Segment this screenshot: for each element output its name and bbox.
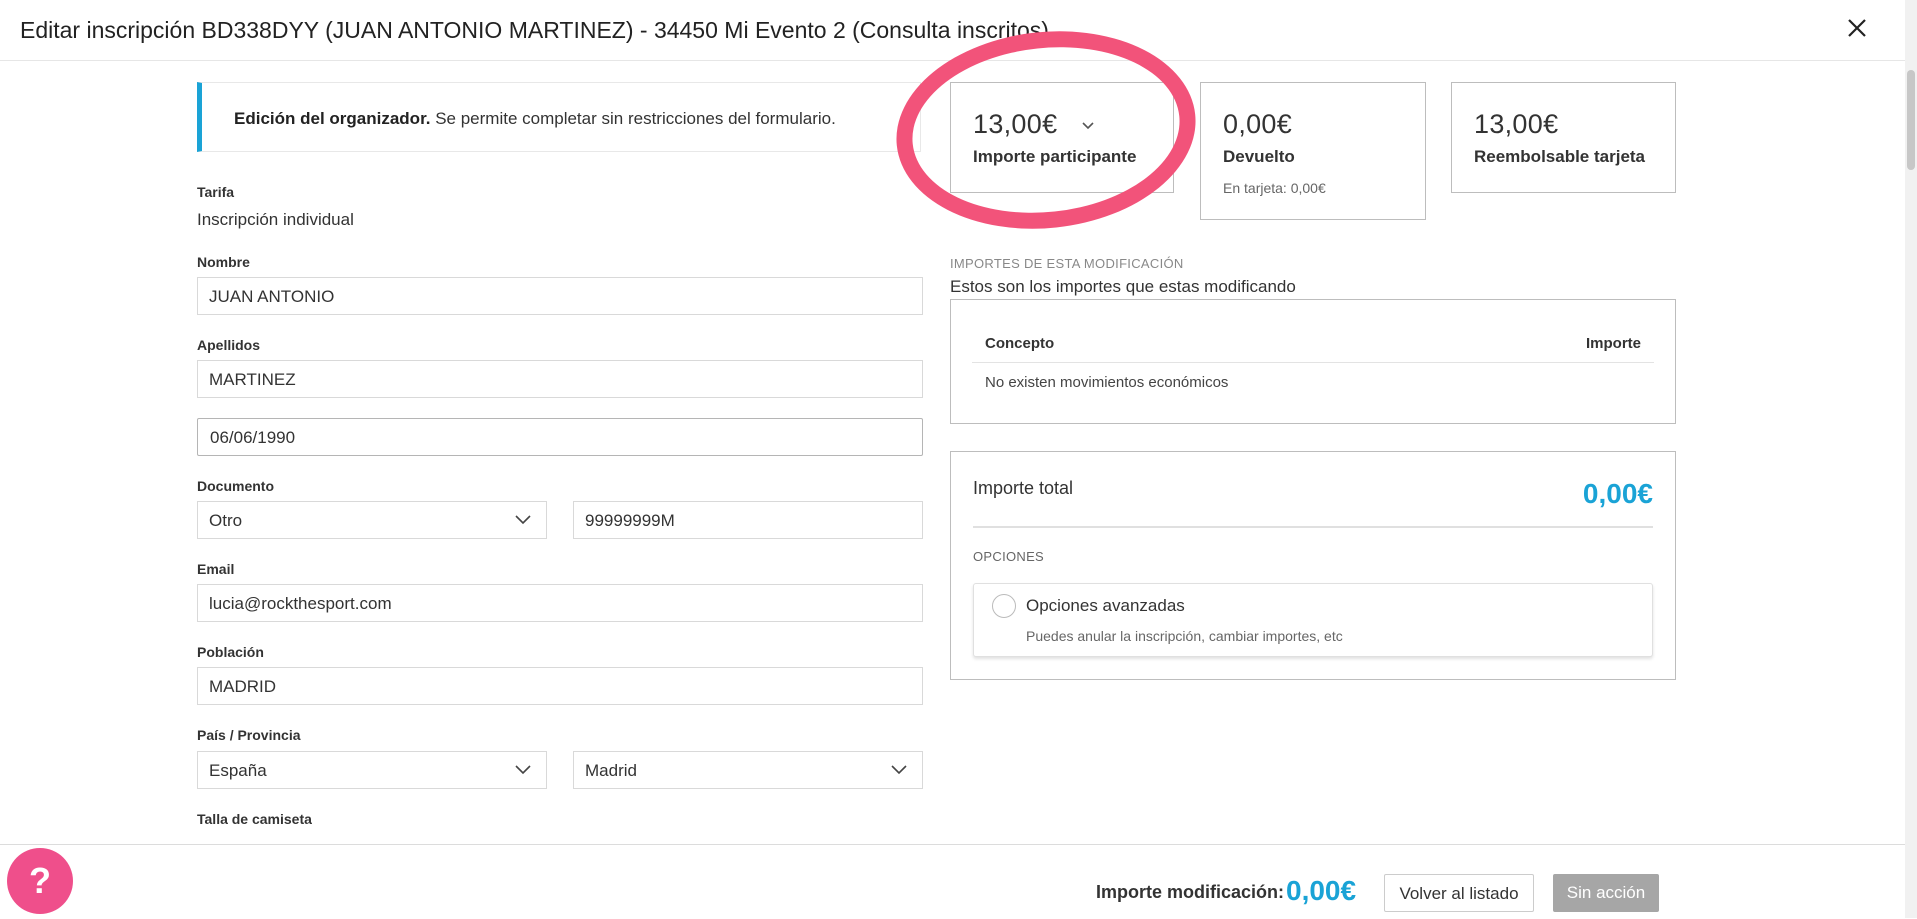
reembolsable-amount: 13,00€ [1474,109,1559,139]
table-divider [972,362,1654,363]
modificacion-description: Estos son los importes que estas modific… [950,277,1296,296]
notice-bold: Edición del organizador. [234,109,431,128]
advanced-options-title: Opciones avanzadas [1026,596,1185,615]
options-caption: OPCIONES [973,549,1045,564]
modal-title: Editar inscripción BD338DYY (JUAN ANTONI… [20,17,1049,43]
importe-participante-amount: 13,00€ [973,109,1058,139]
footer-importe-value: 0,00€ [1286,875,1357,906]
sin-accion-button[interactable]: Sin acción [1553,874,1659,912]
provincia-select[interactable]: Madrid [573,751,923,789]
documento-label: Documento [197,478,274,494]
modal-header: Editar inscripción BD338DYY (JUAN ANTONI… [0,0,1905,61]
tarifa-label: Tarifa [197,184,235,200]
pais-select[interactable]: España [197,751,547,789]
total-divider [973,526,1653,528]
help-button[interactable]: ? [7,848,73,914]
tarifa-value: Inscripción individual [197,210,354,229]
total-label: Importe total [973,478,1074,498]
email-label: Email [197,561,235,577]
scrollbar[interactable] [1905,0,1917,918]
fecha-value: 06/06/1990 [210,428,296,447]
devuelto-amount: 0,00€ [1223,109,1293,139]
apellidos-input[interactable]: MARTINEZ [197,360,923,398]
reembolsable-label: Reembolsable tarjeta [1474,147,1646,166]
devuelto-sub: En tarjeta: 0,00€ [1223,180,1326,196]
total-value: 0,00€ [1582,478,1653,509]
nombre-input[interactable]: JUAN ANTONIO [197,277,923,315]
provincia-value: Madrid [585,761,637,780]
modificacion-caption: IMPORTES DE ESTA MODIFICACIÓN [950,256,1184,271]
email-value: lucia@rockthesport.com [209,594,392,613]
chevron-down-icon[interactable] [1081,121,1095,131]
table-empty-row: No existen movimientos económicos [985,374,1229,391]
organizer-notice: Edición del organizador. Se permite comp… [197,82,921,152]
documento-number-input[interactable]: 99999999M [573,501,923,539]
pais-provincia-label: País / Provincia [197,727,301,743]
email-input[interactable]: lucia@rockthesport.com [197,584,923,622]
col-importe: Importe [1585,335,1641,352]
apellidos-label: Apellidos [197,337,261,353]
poblacion-label: Población [197,644,264,660]
importe-participante-label: Importe participante [973,147,1137,166]
advanced-options-card[interactable]: Opciones avanzadas Puedes anular la insc… [973,583,1653,657]
notice-text: Edición del organizador. Se permite comp… [234,109,836,129]
total-box: Importe total 0,00€ OPCIONES Opciones av… [950,451,1676,680]
col-concepto: Concepto [985,335,1055,352]
poblacion-input[interactable]: MADRID [197,667,923,705]
talla-label: Talla de camiseta [197,811,312,827]
nombre-value: JUAN ANTONIO [209,287,335,306]
advanced-options-radio[interactable] [992,594,1016,618]
documento-number-value: 99999999M [585,511,675,530]
advanced-options-sub: Puedes anular la inscripción, cambiar im… [1026,628,1343,644]
documento-type-select[interactable]: Otro [197,501,547,539]
scrollbar-thumb[interactable] [1907,70,1915,170]
reembolsable-card: 13,00€ Reembolsable tarjeta [1451,82,1676,193]
apellidos-value: MARTINEZ [209,370,296,389]
devuelto-card: 0,00€ Devuelto En tarjeta: 0,00€ [1200,82,1426,220]
close-button[interactable] [1843,14,1871,42]
chevron-down-icon [515,515,531,525]
nombre-label: Nombre [197,254,250,270]
importe-participante-card[interactable]: 13,00€ Importe participante [950,82,1174,193]
fecha-nacimiento-input[interactable]: 06/06/1990 [197,418,923,456]
footer-importe-label: Importe modificación: [1096,882,1285,902]
movimientos-table: Concepto Importe No existen movimientos … [950,299,1676,424]
pais-value: España [209,761,267,780]
close-icon [1848,19,1866,37]
poblacion-value: MADRID [209,677,277,696]
notice-body: Se permite completar sin restricciones d… [430,109,836,128]
documento-type-value: Otro [209,511,243,530]
volver-listado-button[interactable]: Volver al listado [1384,874,1534,912]
chevron-down-icon [515,765,531,775]
chevron-down-icon [891,765,907,775]
devuelto-label: Devuelto [1223,147,1295,166]
